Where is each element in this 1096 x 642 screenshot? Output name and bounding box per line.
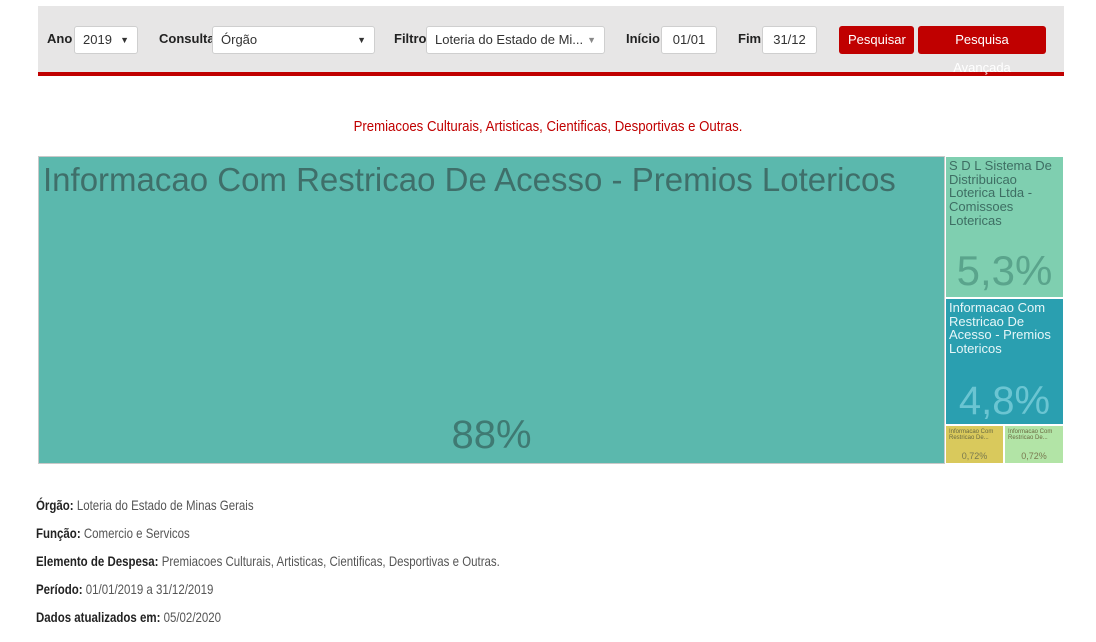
end-date-value: 31/12: [773, 32, 806, 47]
year-select[interactable]: 2019 ▼: [74, 26, 138, 54]
tile-label: Informacao Com Restricao De Acesso - Pre…: [43, 161, 896, 198]
tile-label: Informacao Com Restricao De Acesso - Pre…: [949, 300, 1051, 356]
info-label: Período:: [36, 581, 83, 597]
info-value: Premiacoes Culturais, Artisticas, Cienti…: [161, 553, 500, 569]
tile-label: Informacao Com Restricao De...: [1008, 429, 1053, 442]
tile-percentage: 88%: [451, 413, 532, 457]
info-periodo: Período: 01/01/2019 a 31/12/2019: [36, 578, 500, 606]
chevron-down-icon: ▼: [357, 35, 366, 45]
tile-label: S D L Sistema De Distribuicao Loterica L…: [949, 158, 1052, 228]
tile-percentage: 0,72%: [961, 451, 988, 461]
year-label: Ano: [47, 31, 73, 46]
start-date-value: 01/01: [672, 32, 706, 47]
info-value: Loteria do Estado de Minas Gerais: [76, 497, 254, 513]
info-elemento: Elemento de Despesa: Premiacoes Culturai…: [36, 550, 500, 578]
end-label: Fim: [738, 31, 762, 46]
info-value: 05/02/2020: [163, 609, 222, 625]
chevron-down-icon: ▼: [120, 35, 129, 45]
treemap-tile[interactable]: Informacao Com Restricao De Acesso - Pre…: [38, 156, 945, 464]
tile-percentage: 5,3%: [956, 247, 1053, 294]
info-value: 01/01/2019 a 31/12/2019: [85, 581, 214, 597]
start-date-input[interactable]: 01/01: [661, 26, 717, 54]
year-select-value: 2019: [83, 32, 112, 47]
search-button[interactable]: Pesquisar: [839, 26, 914, 54]
tile-label: Informacao Com Restricao De...: [949, 429, 994, 442]
filter-select[interactable]: Loteria do Estado de Mi... ▼: [426, 26, 605, 54]
treemap-tile[interactable]: Informacao Com Restricao De... 0,72%: [1004, 425, 1064, 464]
info-value: Comercio e Servicos: [83, 525, 190, 541]
end-date-input[interactable]: 31/12: [762, 26, 817, 54]
info-funcao: Função: Comercio e Servicos: [36, 522, 500, 550]
info-orgao: Órgão: Loteria do Estado de Minas Gerais: [36, 494, 500, 522]
info-label: Órgão:: [36, 497, 74, 513]
query-label: Consulta: [159, 31, 215, 46]
treemap-tile[interactable]: Informacao Com Restricao De Acesso - Pre…: [945, 298, 1064, 425]
advanced-search-button[interactable]: Pesquisa Avançada: [918, 26, 1046, 75]
query-select-value: Órgão: [221, 32, 258, 47]
treemap-chart: Informacao Com Restricao De Acesso - Pre…: [38, 156, 1064, 464]
info-label: Função:: [36, 525, 81, 541]
tile-percentage: 4,8%: [958, 379, 1051, 423]
treemap-tile[interactable]: S D L Sistema De Distribuicao Loterica L…: [945, 156, 1064, 298]
chart-title: Premiacoes Culturais, Artisticas, Cienti…: [353, 118, 743, 135]
tile-percentage: 0,72%: [1021, 451, 1047, 461]
info-panel: Órgão: Loteria do Estado de Minas Gerais…: [36, 494, 602, 634]
filter-label: Filtro: [394, 31, 427, 46]
chevron-down-icon: ▼: [587, 35, 596, 45]
info-label: Elemento de Despesa:: [36, 553, 159, 569]
info-atualizados: Dados atualizados em: 05/02/2020: [36, 606, 500, 634]
query-select[interactable]: Órgão ▼: [212, 26, 375, 54]
info-label: Dados atualizados em:: [36, 609, 161, 625]
filter-select-value: Loteria do Estado de Mi...: [435, 32, 584, 47]
start-label: Início: [626, 31, 660, 46]
filter-bar-underline: [38, 72, 1064, 76]
treemap-tile[interactable]: Informacao Com Restricao De... 0,72%: [945, 425, 1004, 464]
